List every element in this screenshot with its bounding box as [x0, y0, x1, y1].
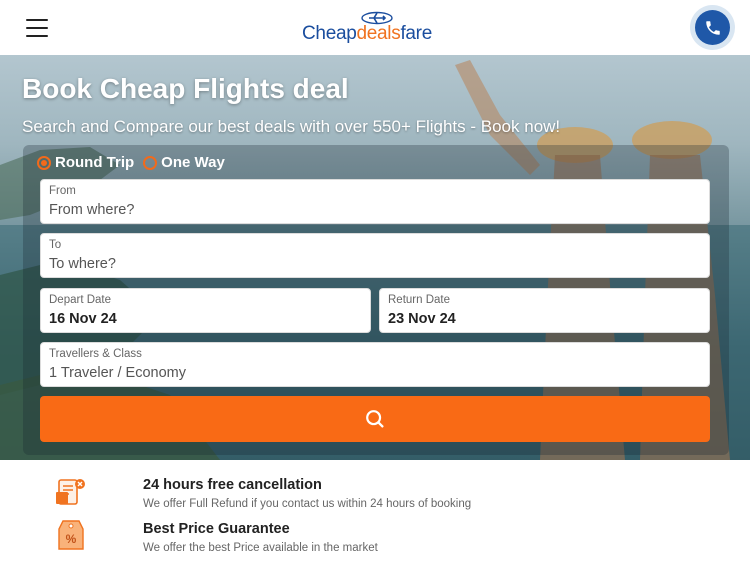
logo-part-fare: fare — [400, 23, 432, 44]
phone-icon — [695, 10, 730, 45]
to-field[interactable]: To To where? — [40, 233, 710, 278]
depart-date-value[interactable]: 16 Nov 24 — [49, 311, 117, 327]
from-field[interactable]: From From where? — [40, 179, 710, 224]
logo-part-cheap: Cheap — [302, 23, 357, 44]
price-tag-icon: % — [58, 520, 84, 550]
travellers-class-value[interactable]: 1 Traveler / Economy — [49, 365, 186, 381]
call-button[interactable] — [690, 5, 735, 50]
from-label: From — [49, 185, 76, 197]
round-trip-radio[interactable]: Round Trip — [37, 154, 134, 171]
hamburger-icon[interactable] — [26, 19, 48, 37]
one-way-radio[interactable]: One Way — [143, 154, 225, 171]
one-way-label: One Way — [161, 154, 225, 171]
to-input[interactable]: To where? — [49, 256, 116, 272]
return-date-field[interactable]: Return Date 23 Nov 24 — [379, 288, 710, 333]
round-trip-label: Round Trip — [55, 154, 135, 171]
search-button[interactable] — [40, 396, 710, 442]
depart-date-label: Depart Date — [49, 294, 112, 306]
radio-unselected-icon — [143, 155, 158, 170]
hero-section: Book Cheap Flights deal Search and Compa… — [0, 55, 750, 460]
hero-title: Book Cheap Flights deal — [22, 73, 349, 104]
search-icon — [366, 410, 384, 428]
travellers-class-label: Travellers & Class — [49, 348, 142, 360]
feature-description: We offer the best Price available in the… — [143, 542, 378, 554]
return-date-value[interactable]: 23 Nov 24 — [388, 311, 456, 327]
return-date-label: Return Date — [388, 294, 451, 306]
from-input[interactable]: From where? — [49, 202, 134, 218]
feature-description: We offer Full Refund if you contact us w… — [143, 498, 472, 510]
logo-part-deals: deals — [356, 23, 401, 44]
site-header: Cheapdealsfare — [0, 0, 750, 55]
feature-title: Best Price Guarantee — [143, 521, 290, 537]
svg-text:%: % — [66, 532, 77, 546]
travellers-class-field[interactable]: Travellers & Class 1 Traveler / Economy — [40, 342, 710, 387]
logo-text: Cheapdealsfare — [302, 23, 432, 45]
hero-subtitle: Search and Compare our best deals with o… — [22, 117, 561, 136]
cancellation-icon — [56, 479, 85, 505]
feature-title: 24 hours free cancellation — [143, 477, 322, 493]
radio-selected-icon — [37, 155, 51, 170]
depart-date-field[interactable]: Depart Date 16 Nov 24 — [40, 288, 371, 333]
to-label: To — [49, 239, 62, 251]
trip-type-selector: Round Trip One Way — [37, 154, 234, 171]
logo[interactable]: Cheapdealsfare — [302, 10, 434, 48]
